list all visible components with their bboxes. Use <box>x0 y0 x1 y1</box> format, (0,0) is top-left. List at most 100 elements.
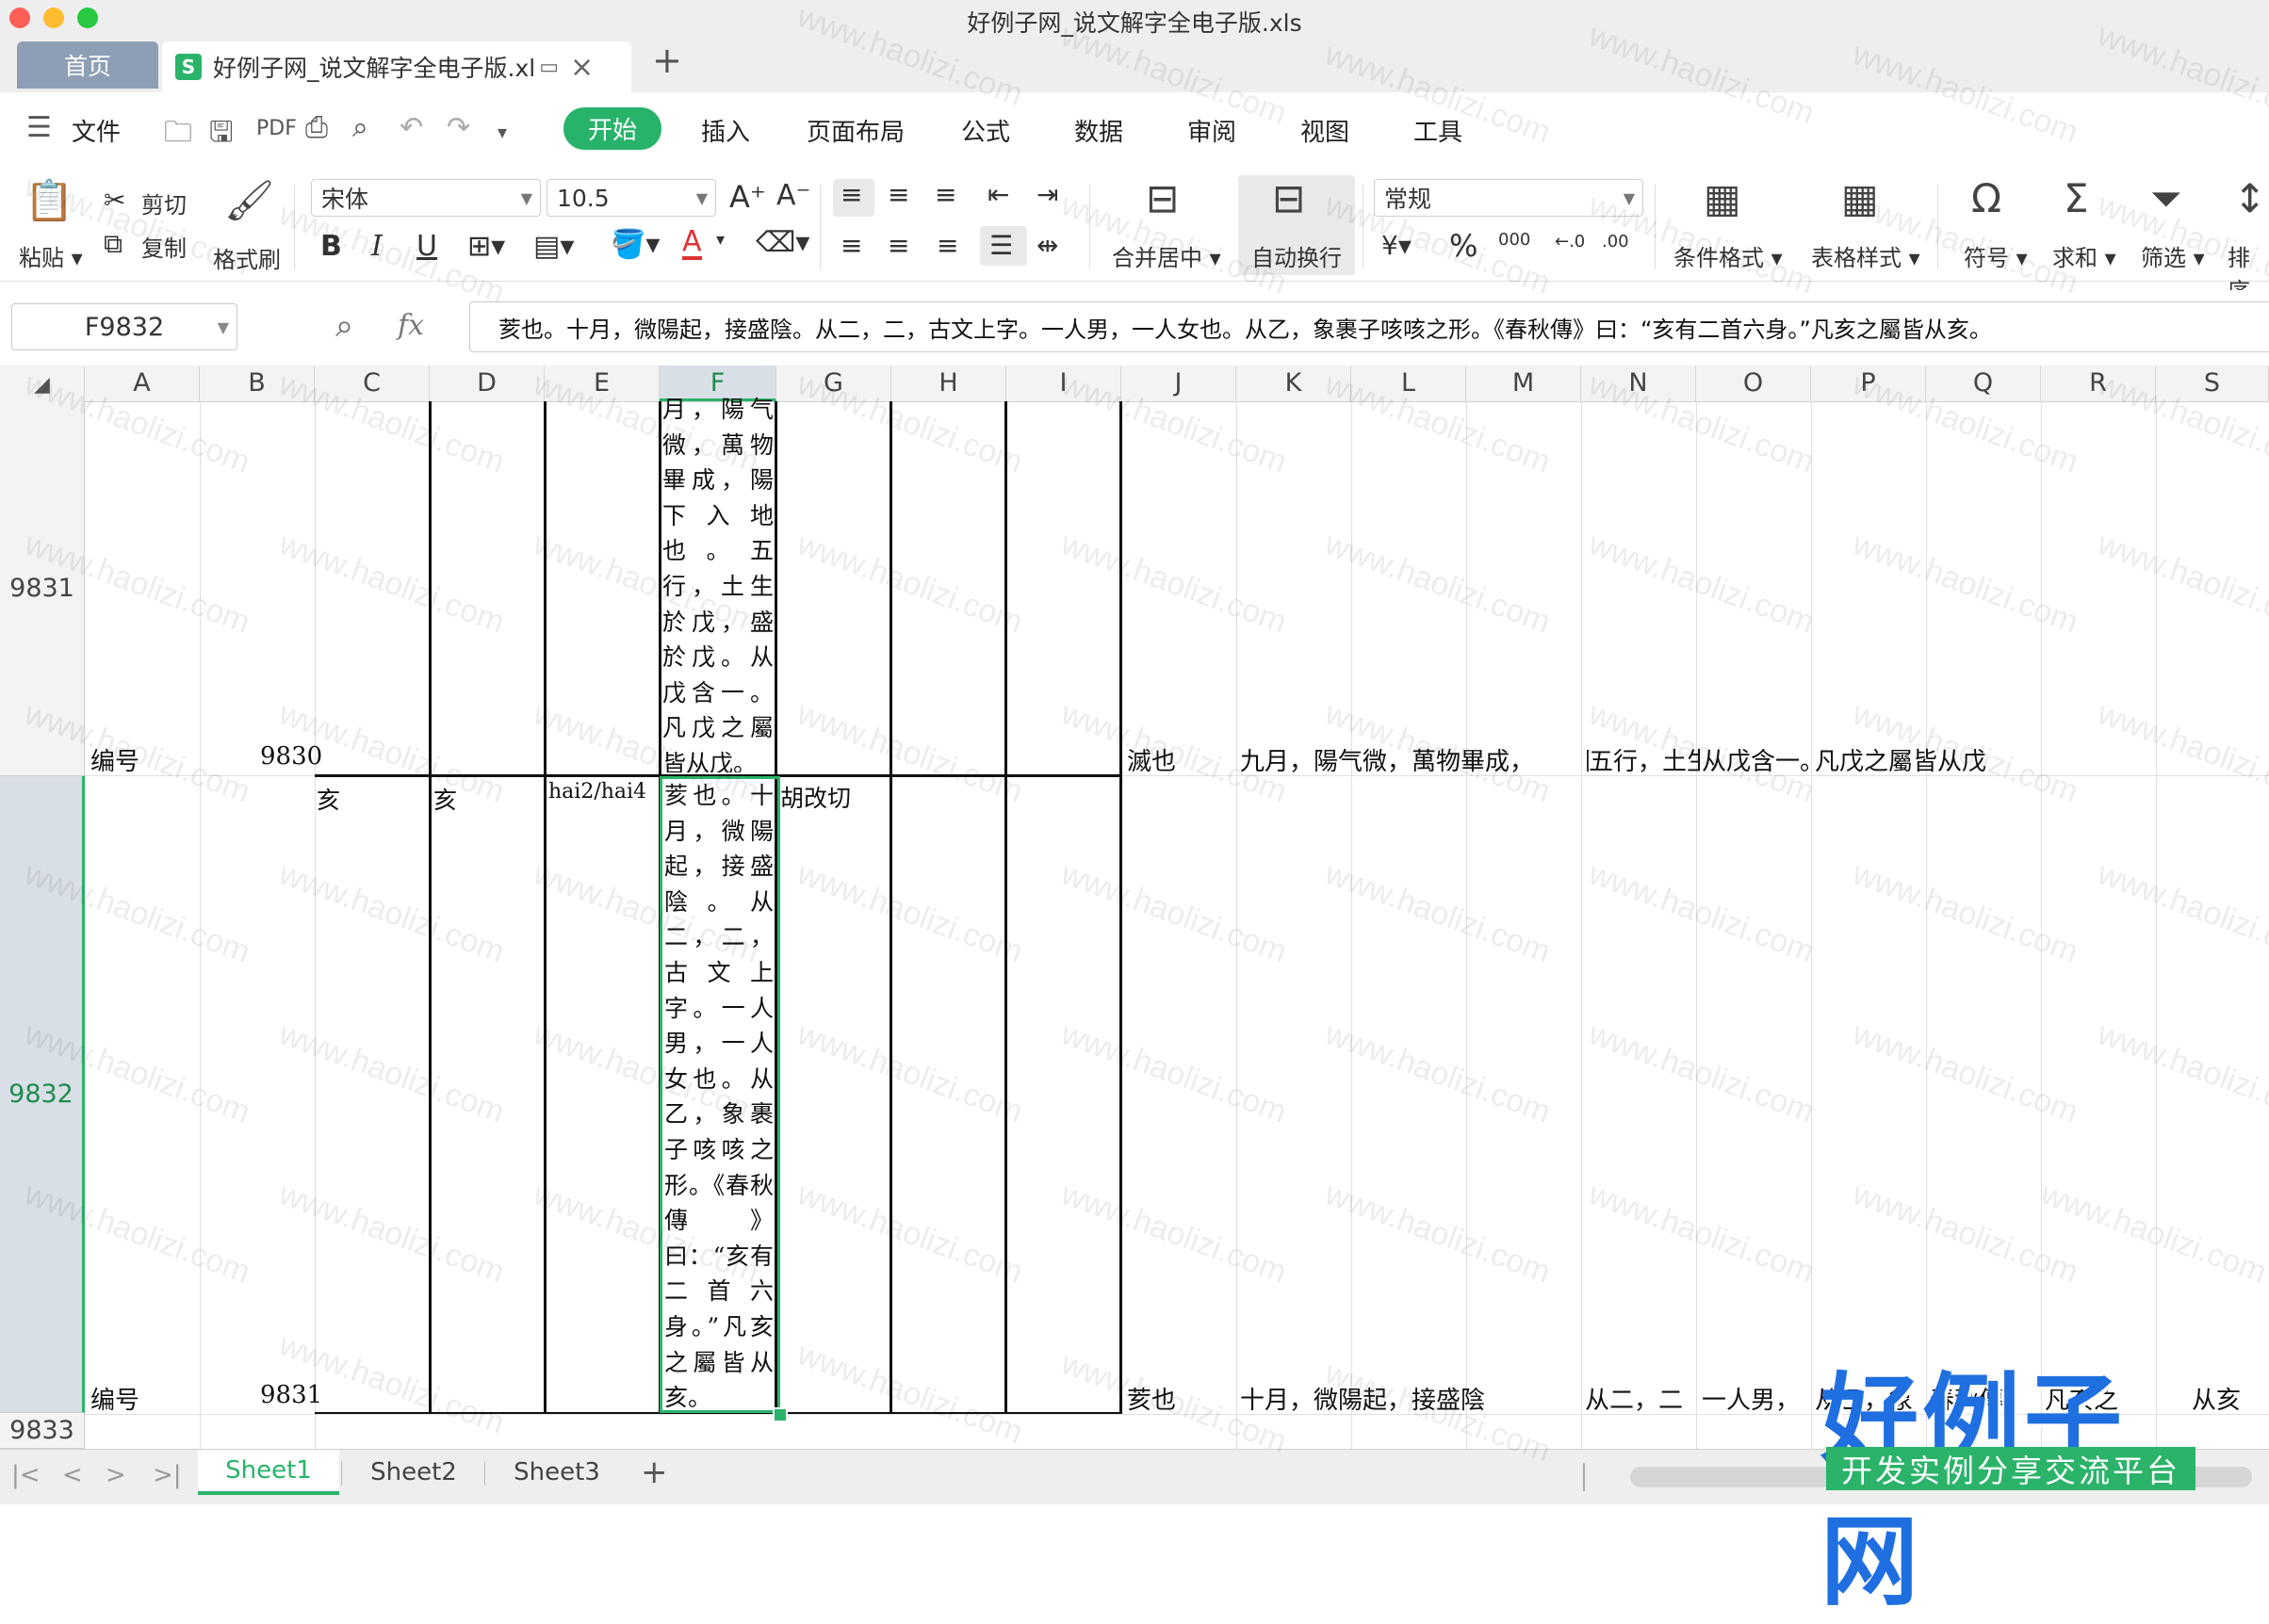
distributed-icon[interactable]: ⇹ <box>1037 230 1058 261</box>
fx-icon[interactable]: fx <box>398 309 424 342</box>
formula-input[interactable]: 荄也。十月，微陽起，接盛陰。从二，二，古文上字。一人男，一人女也。从乙，象裹子咳… <box>469 301 2269 352</box>
increase-decimal-icon[interactable]: ←.0 <box>1555 232 1585 252</box>
save-icon[interactable]: 🖫 <box>209 111 234 159</box>
next-sheet-icon[interactable]: > <box>106 1461 126 1489</box>
scissors-icon[interactable]: ✂ <box>104 185 125 216</box>
increase-font-size-icon[interactable]: A⁺ <box>729 179 766 215</box>
cut-button[interactable]: 剪切 <box>141 187 187 219</box>
table-style-button[interactable]: 表格样式 ▾ <box>1811 239 1920 272</box>
menu-tab-insert[interactable]: 插入 <box>701 113 750 148</box>
column-header[interactable]: L <box>1351 365 1466 401</box>
format-painter-icon[interactable]: 🖌 <box>224 177 274 224</box>
cell-style-icon[interactable]: ▤▾ <box>533 230 574 263</box>
new-tab-button[interactable]: + <box>652 40 682 81</box>
cell-O9831[interactable]: 从戊含一。 <box>1702 742 1813 777</box>
format-painter-button[interactable]: 格式刷 <box>213 241 281 274</box>
paste-clipboard-icon[interactable]: 📋 <box>24 177 73 224</box>
column-header[interactable]: B <box>200 365 315 401</box>
first-sheet-icon[interactable]: |< <box>11 1461 41 1489</box>
sheet-tab-sheet3[interactable]: Sheet3 <box>486 1450 628 1495</box>
cell-P9832[interactable]: 从乙，象 <box>1815 1381 1926 1416</box>
column-header[interactable]: P <box>1811 365 1926 401</box>
wrap-text-button[interactable]: 自动换行 <box>1251 239 1342 272</box>
percent-button[interactable]: % <box>1449 228 1477 264</box>
font-color-icon[interactable]: A <box>682 228 702 260</box>
column-header[interactable]: C <box>315 365 430 401</box>
borders-icon[interactable]: ⊞▾ <box>467 230 505 263</box>
row-header-selected[interactable]: 9832 <box>0 776 85 1413</box>
prev-sheet-icon[interactable]: < <box>62 1461 83 1489</box>
cell-R9832[interactable]: 凡亥之 <box>2045 1381 2156 1416</box>
align-left-icon[interactable]: ≡ <box>841 230 862 261</box>
copy-icon[interactable]: ⧉ <box>104 228 122 260</box>
merge-center-icon[interactable]: ⊟ <box>1146 175 1179 221</box>
cell-A9831[interactable]: 编号 <box>90 742 139 777</box>
filter-funnel-icon[interactable]: ⏷ <box>2150 175 2182 222</box>
customize-chevron-down-icon[interactable]: ▾ <box>498 121 507 143</box>
copy-button[interactable]: 复制 <box>141 230 187 263</box>
column-header[interactable]: E <box>545 365 660 401</box>
document-tab[interactable]: S 好例子网_说文解字全电子版.xl ▭ × <box>162 41 631 92</box>
export-pdf-icon[interactable]: PDF <box>256 117 297 140</box>
column-header[interactable]: A <box>85 365 200 401</box>
align-right-icon[interactable]: ≡ <box>937 230 958 261</box>
fill-handle[interactable] <box>773 1407 788 1422</box>
zoom-search-icon[interactable]: ⌕ <box>335 307 353 345</box>
cell-E9832[interactable]: hai2/hai4 <box>548 780 646 804</box>
cell-D9832[interactable]: 亥 <box>433 782 457 816</box>
cell-C9832[interactable]: 亥 <box>317 782 340 816</box>
cell-O9832[interactable]: 一人男， <box>1702 1381 1813 1416</box>
increase-indent-icon[interactable]: ⇥ <box>1037 179 1058 210</box>
decrease-indent-icon[interactable]: ⇤ <box>988 179 1009 210</box>
open-folder-icon[interactable]: 🗀 <box>164 111 192 159</box>
sum-button[interactable]: 求和 ▾ <box>2052 239 2116 272</box>
column-header[interactable]: O <box>1696 365 1811 401</box>
print-preview-icon[interactable]: ⌕ <box>352 111 368 144</box>
print-icon[interactable]: ⎙ <box>305 111 328 144</box>
sort-icon[interactable]: ↕ <box>2233 175 2266 221</box>
align-top-icon[interactable]: ≡ <box>841 179 862 210</box>
close-tab-icon[interactable]: × <box>570 51 594 84</box>
font-name-select[interactable]: 宋体 ▼ <box>311 179 541 217</box>
column-header[interactable]: R <box>2041 365 2156 401</box>
cell-Q9832[interactable]: 春秋傳 <box>1930 1381 2041 1416</box>
last-sheet-icon[interactable]: >| <box>153 1461 182 1489</box>
menu-tab-tools[interactable]: 工具 <box>1413 113 1462 148</box>
cell-N9832[interactable]: 从二，二 <box>1585 1381 1698 1416</box>
cell-N9831[interactable]: 五行，土生於戊，盛於戊。 <box>1589 742 1700 777</box>
clear-eraser-icon[interactable]: ⌫▾ <box>756 226 809 259</box>
italic-button[interactable]: I <box>371 230 383 263</box>
justify-icon[interactable]: ☰ <box>989 230 1013 261</box>
align-bottom-icon[interactable]: ≡ <box>935 179 956 210</box>
fill-color-icon[interactable]: 🪣▾ <box>611 228 660 261</box>
sheet-tab-sheet2[interactable]: Sheet2 <box>343 1450 484 1495</box>
sheet-tab-sheet1[interactable]: Sheet1 <box>198 1450 339 1495</box>
redo-icon[interactable]: ↷ <box>447 111 470 144</box>
currency-icon[interactable]: ¥▾ <box>1381 230 1412 261</box>
menu-tab-start[interactable]: 开始 <box>563 107 662 150</box>
cell-K9832[interactable]: 十月，微陽起，接盛陰 <box>1240 1381 1485 1416</box>
file-menu[interactable]: 文件 <box>72 113 121 148</box>
number-format-select[interactable]: 常规 ▼ <box>1374 179 1643 217</box>
column-header[interactable]: D <box>430 365 545 401</box>
row-header[interactable]: 9833 <box>0 1413 85 1449</box>
table-style-icon[interactable]: ▦ <box>1841 175 1879 221</box>
bold-button[interactable]: B <box>320 230 342 263</box>
align-center-icon[interactable]: ≡ <box>888 230 909 261</box>
sum-sigma-icon[interactable]: Σ <box>2064 175 2089 221</box>
horizontal-scrollbar[interactable] <box>1630 1467 2252 1487</box>
select-all-corner[interactable]: ◢ <box>0 365 85 401</box>
undo-icon[interactable]: ↶ <box>400 111 423 144</box>
conditional-format-icon[interactable]: ▦ <box>1704 175 1741 221</box>
font-size-select[interactable]: 10.5 ▼ <box>547 179 716 217</box>
underline-button[interactable]: U <box>416 230 437 263</box>
add-sheet-button[interactable]: + <box>641 1453 668 1491</box>
decrease-font-size-icon[interactable]: A⁻ <box>776 179 810 212</box>
align-middle-icon[interactable]: ≡ <box>888 179 909 210</box>
column-header[interactable]: I <box>1006 365 1121 401</box>
menu-tab-view[interactable]: 视图 <box>1300 113 1349 148</box>
wrap-text-icon[interactable]: ⊟ <box>1272 175 1305 221</box>
symbol-button[interactable]: 符号 ▾ <box>1964 239 2028 272</box>
cell-P9831[interactable]: 凡戊之屬皆从戊 <box>1815 742 1986 777</box>
column-header[interactable]: Q <box>1926 365 2041 401</box>
